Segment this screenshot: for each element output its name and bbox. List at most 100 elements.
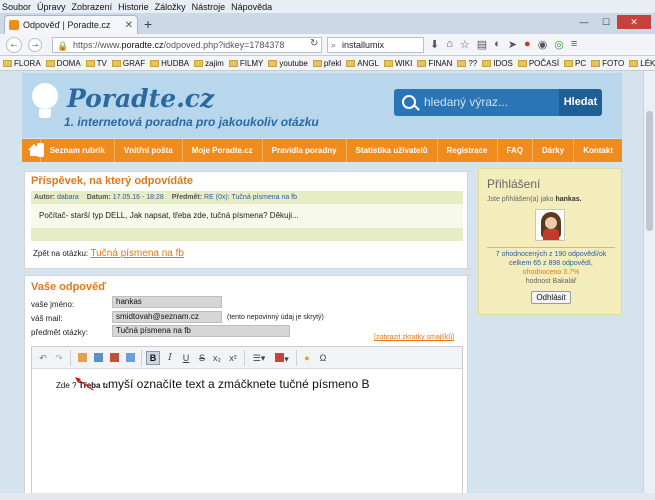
nav-item-rules[interactable]: Pravidla poradny [261, 139, 346, 162]
browser-tab[interactable]: Odpověď | Poradte.cz ✕ [4, 15, 138, 34]
menu-view[interactable]: Zobrazení [72, 2, 113, 12]
menu-bookmarks[interactable]: Záložky [155, 2, 186, 12]
site-search-button[interactable]: Hledat [559, 89, 602, 116]
bookmark-item[interactable]: GRAF [111, 59, 145, 68]
menu-edit[interactable]: Úpravy [37, 2, 66, 12]
bookmark-label: FINAN [428, 58, 453, 68]
bookmark-item[interactable]: WIKI [384, 59, 412, 68]
site-search-placeholder: hledaný výraz... [424, 95, 509, 109]
list-dropdown-icon[interactable]: ☰▾ [249, 351, 269, 365]
link-icon[interactable] [123, 351, 137, 365]
new-tab-button[interactable]: + [144, 16, 152, 32]
browser-search-input[interactable]: ⌕ installumix [327, 37, 424, 53]
close-window-button[interactable]: ✕ [617, 15, 651, 29]
nav-mobile-icon[interactable] [33, 139, 44, 162]
minimize-button[interactable]: — [573, 15, 595, 29]
undo-icon[interactable]: ↶ [36, 351, 50, 365]
bookmark-item[interactable]: FINAN [417, 59, 452, 68]
bookmark-item[interactable]: PC [564, 59, 586, 68]
bookmark-item[interactable]: youtube [268, 59, 308, 68]
folder-icon [346, 59, 356, 67]
menu-help[interactable]: Nápověda [231, 2, 272, 12]
bookmark-item[interactable]: zajim [194, 59, 224, 68]
superscript-button[interactable]: x² [226, 351, 240, 365]
close-tab-icon[interactable]: ✕ [125, 20, 133, 31]
logout-button[interactable]: Odhlásit [531, 291, 571, 304]
nav-item-gifts[interactable]: Dárky [531, 139, 573, 162]
home-icon[interactable]: ⌂ [446, 38, 453, 51]
reply-panel-title: Vaše odpověď [31, 281, 107, 293]
nav-item-mail[interactable]: Vnitřní pošta [113, 139, 182, 162]
menu-bar: Soubor Úpravy Zobrazení Historie Záložky… [0, 0, 655, 13]
sync-icon[interactable]: ◎ [554, 38, 564, 51]
mail-label: váš mail: [31, 314, 63, 323]
bookmark-item[interactable]: FILMY [228, 59, 263, 68]
adblock-icon[interactable]: ● [524, 38, 531, 51]
maximize-button[interactable]: ☐ [595, 15, 617, 29]
subject-field[interactable]: Tučná písmena na fb [112, 325, 290, 337]
folder-icon [384, 59, 393, 67]
media-icon[interactable] [107, 351, 121, 365]
redo-icon[interactable]: ↷ [52, 351, 66, 365]
bookmark-item[interactable]: TV [85, 59, 107, 68]
underline-button[interactable]: U [179, 351, 193, 365]
send-icon[interactable]: ➤ [508, 38, 517, 51]
paste-icon[interactable] [75, 351, 89, 365]
bookmark-item[interactable]: ANGL [346, 59, 379, 68]
name-field[interactable]: hankas [112, 296, 222, 308]
chat-icon[interactable]: ◉ [538, 38, 548, 51]
nav-item-register[interactable]: Registrace [436, 139, 497, 162]
bookmarks-icon[interactable]: ▤ [477, 38, 487, 51]
nav-item-stats[interactable]: Statistika uživatelů [345, 139, 437, 162]
pocket-icon[interactable]: ◐ [494, 38, 501, 51]
bookmark-item[interactable]: ?? [457, 59, 477, 68]
page-scrollbar[interactable] [643, 71, 655, 493]
table-dropdown-icon[interactable]: ▾ [272, 351, 292, 365]
menu-history[interactable]: Historie [118, 2, 149, 12]
nav-home-icon[interactable] [22, 139, 40, 162]
avatar[interactable] [535, 209, 565, 241]
italic-button[interactable]: I [163, 351, 177, 365]
bookmark-item[interactable]: IDOS [482, 59, 513, 68]
bookmark-item[interactable]: HUDBA [150, 59, 189, 68]
site-search-input[interactable]: hledaný výraz... [394, 89, 559, 116]
smiley-icon[interactable]: ● [300, 351, 314, 365]
menu-icon[interactable]: ≡ [571, 38, 577, 51]
bookmark-item[interactable]: DOMA [45, 59, 81, 68]
site-tagline: 1. internetová poradna pro jakoukoliv ot… [64, 115, 319, 129]
smiley-shortcuts-link[interactable]: [zobrazit zkratky smajlíků] [374, 334, 454, 341]
nav-item-my[interactable]: Moje Poradte.cz [181, 139, 262, 162]
nav-item-rubrics[interactable]: Seznam rubrik [39, 139, 114, 162]
main-column: Příspěvek, na který odpovídáte Autor: da… [22, 165, 472, 493]
bookmark-item[interactable]: FLORA [3, 59, 41, 68]
folder-icon [482, 59, 492, 67]
reload-icon[interactable]: ↻ [310, 38, 318, 49]
strikethrough-button[interactable]: S [195, 351, 209, 365]
mail-field[interactable]: smidtovah@seznam.cz [112, 311, 222, 323]
bold-button[interactable]: B [146, 351, 160, 365]
image-icon[interactable] [91, 351, 105, 365]
subscript-button[interactable]: x₂ [210, 351, 224, 365]
bookmark-item[interactable]: LÉKAŘ [629, 59, 655, 68]
star-icon[interactable]: ☆ [460, 38, 470, 51]
menu-tools[interactable]: Nástroje [192, 2, 226, 12]
forward-button[interactable]: → [28, 38, 42, 52]
folder-icon [111, 59, 121, 67]
site-brand[interactable]: Poradte.cz [67, 84, 214, 113]
bookmark-item[interactable]: překl [312, 59, 341, 68]
folder-icon [150, 59, 160, 67]
back-button[interactable]: ← [6, 37, 22, 53]
nav-item-contact[interactable]: Kontakt [573, 139, 622, 162]
nav-item-faq[interactable]: FAQ [496, 139, 532, 162]
back-question-link[interactable]: Tučná písmena na fb [90, 248, 184, 259]
omega-icon[interactable]: Ω [316, 351, 330, 365]
magnifier-icon [402, 95, 416, 109]
url-bar[interactable]: 🔒 https://www.poradte.cz/odpoved.php?idk… [52, 37, 322, 53]
folder-icon [194, 59, 204, 67]
bookmark-item[interactable]: FOTO [591, 59, 624, 68]
menu-file[interactable]: Soubor [2, 2, 31, 12]
author-value[interactable]: dabara [57, 194, 79, 201]
bookmark-item[interactable]: POČASÍ [517, 59, 559, 68]
download-icon[interactable]: ⬇ [430, 38, 439, 51]
scrollbar-thumb[interactable] [646, 111, 653, 231]
